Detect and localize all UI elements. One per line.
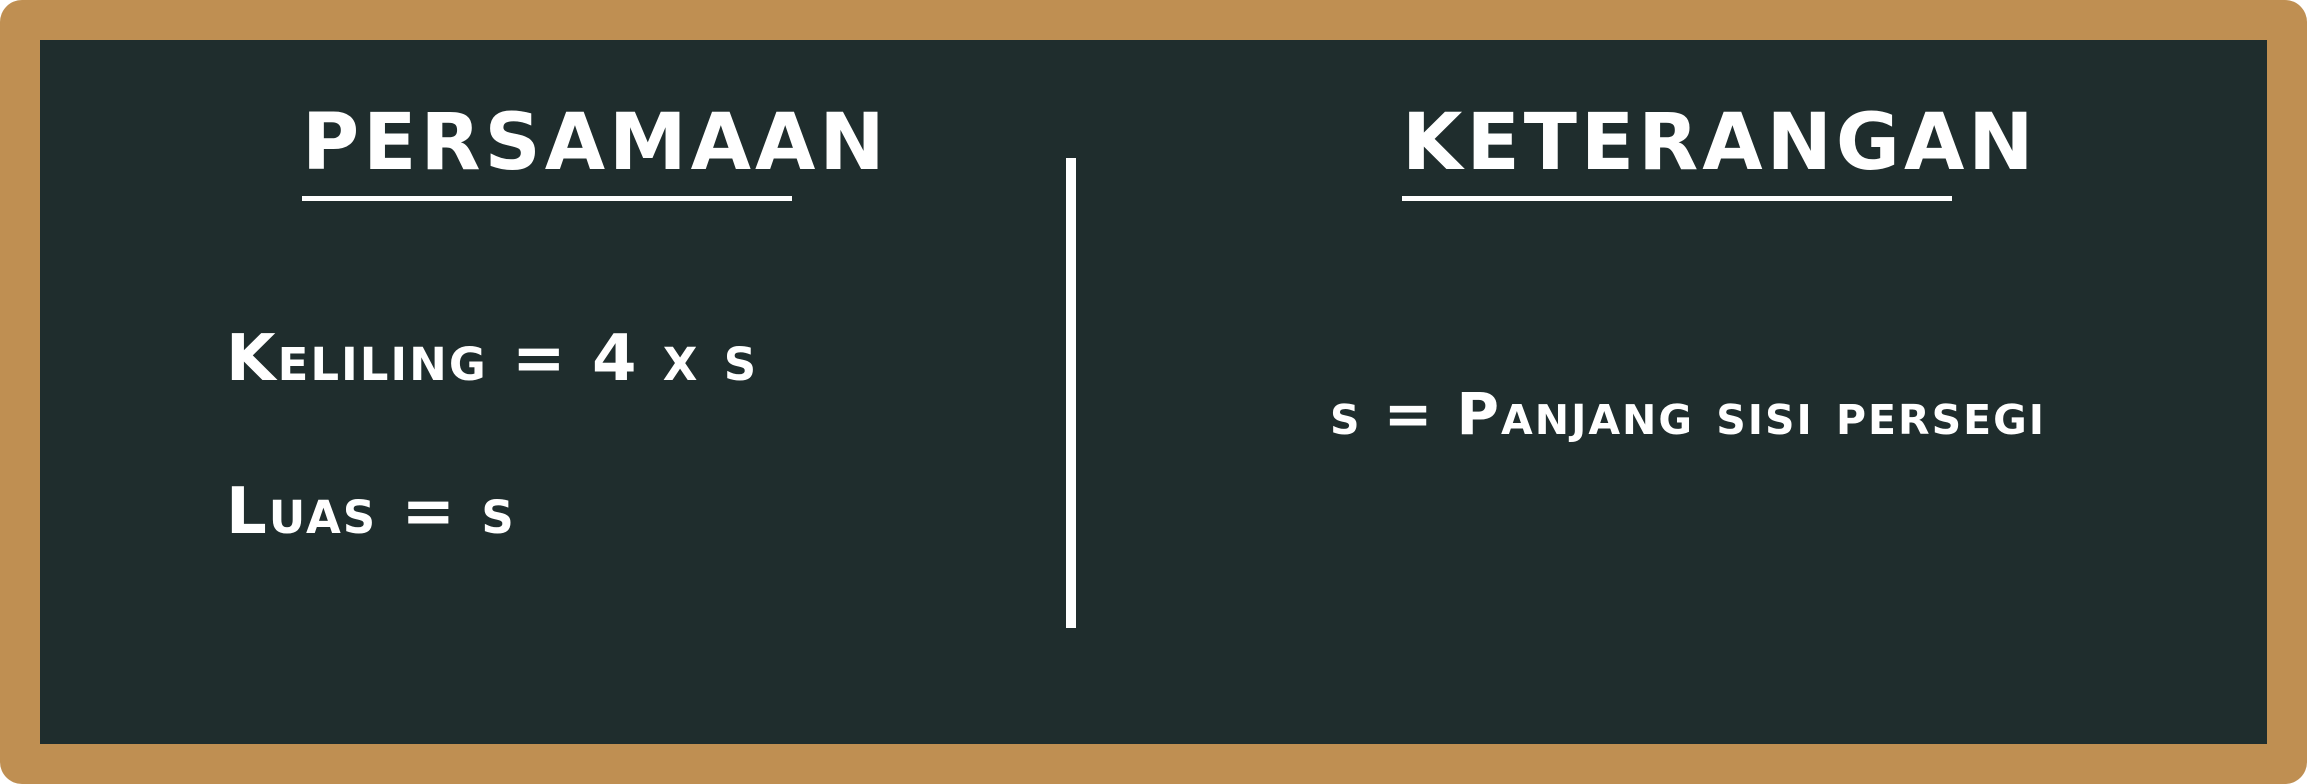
chalkboard-frame: PERSAMAAN KETERANGAN Keliling = 4 x s Lu… xyxy=(0,0,2307,784)
heading-persamaan-underline xyxy=(302,196,792,201)
chalkboard: PERSAMAAN KETERANGAN Keliling = 4 x s Lu… xyxy=(40,40,2267,744)
heading-keterangan: KETERANGAN xyxy=(1402,98,2038,188)
column-divider xyxy=(1066,158,1076,628)
heading-keterangan-underline xyxy=(1402,196,1952,201)
heading-persamaan: PERSAMAAN xyxy=(302,98,889,188)
note-s-definition: s = Panjang sisi persegi xyxy=(1330,380,2047,448)
formula-luas: Luas = s xyxy=(226,475,516,549)
formula-keliling: Keliling = 4 x s xyxy=(226,322,759,396)
